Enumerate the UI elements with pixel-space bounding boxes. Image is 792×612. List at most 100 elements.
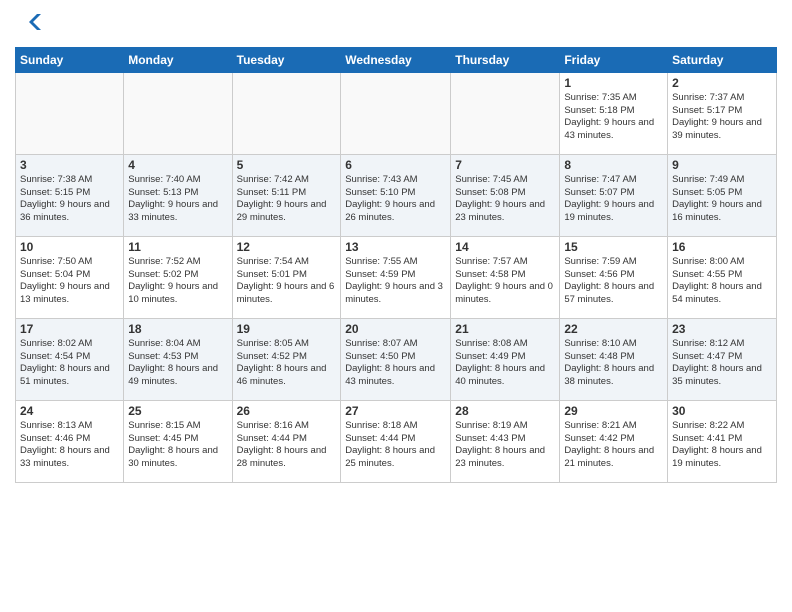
day-info: Sunrise: 8:21 AM Sunset: 4:42 PM Dayligh… xyxy=(564,420,663,471)
day-number: 28 xyxy=(455,404,555,418)
calendar-cell: 16 Sunrise: 8:00 AM Sunset: 4:55 PM Dayli… xyxy=(668,236,777,318)
day-info: Sunrise: 7:54 AM Sunset: 5:01 PM Dayligh… xyxy=(237,256,337,307)
day-number: 10 xyxy=(20,240,119,254)
calendar-cell: 23 Sunrise: 8:12 AM Sunset: 4:47 PM Dayli… xyxy=(668,318,777,400)
day-number: 22 xyxy=(564,322,663,336)
day-number: 13 xyxy=(345,240,446,254)
calendar-cell: 22 Sunrise: 8:10 AM Sunset: 4:48 PM Dayli… xyxy=(560,318,668,400)
day-number: 30 xyxy=(672,404,772,418)
calendar-cell: 25 Sunrise: 8:15 AM Sunset: 4:45 PM Dayli… xyxy=(124,400,232,482)
calendar-cell: 3Sunrise: 7:38 AM Sunset: 5:15 PM Daylig… xyxy=(16,154,124,236)
weekday-header: Friday xyxy=(560,47,668,72)
calendar-week-row: 24 Sunrise: 8:13 AM Sunset: 4:46 PM Dayli… xyxy=(16,400,777,482)
day-number: 26 xyxy=(237,404,337,418)
calendar-cell xyxy=(451,72,560,154)
day-info: Sunrise: 7:55 AM Sunset: 4:59 PM Dayligh… xyxy=(345,256,446,307)
calendar-cell: 15Sunrise: 7:59 AM Sunset: 4:56 PM Dayli… xyxy=(560,236,668,318)
day-number: 8 xyxy=(564,158,663,172)
calendar-cell: 6 Sunrise: 7:43 AM Sunset: 5:10 PM Daylig… xyxy=(341,154,451,236)
calendar-cell: 20 Sunrise: 8:07 AM Sunset: 4:50 PM Dayli… xyxy=(341,318,451,400)
day-info: Sunrise: 8:08 AM Sunset: 4:49 PM Dayligh… xyxy=(455,338,555,389)
calendar-cell: 5Sunrise: 7:42 AM Sunset: 5:11 PM Daylig… xyxy=(232,154,341,236)
calendar-header-row: SundayMondayTuesdayWednesdayThursdayFrid… xyxy=(16,47,777,72)
day-info: Sunrise: 7:45 AM Sunset: 5:08 PM Dayligh… xyxy=(455,174,555,225)
calendar-cell xyxy=(124,72,232,154)
calendar-cell: 26 Sunrise: 8:16 AM Sunset: 4:44 PM Dayli… xyxy=(232,400,341,482)
calendar-cell xyxy=(16,72,124,154)
calendar-cell: 27Sunrise: 8:18 AM Sunset: 4:44 PM Dayli… xyxy=(341,400,451,482)
day-info: Sunrise: 8:04 AM Sunset: 4:53 PM Dayligh… xyxy=(128,338,227,389)
day-number: 24 xyxy=(20,404,119,418)
calendar-week-row: 3Sunrise: 7:38 AM Sunset: 5:15 PM Daylig… xyxy=(16,154,777,236)
weekday-header: Wednesday xyxy=(341,47,451,72)
page-container: SundayMondayTuesdayWednesdayThursdayFrid… xyxy=(0,0,792,488)
day-info: Sunrise: 8:16 AM Sunset: 4:44 PM Dayligh… xyxy=(237,420,337,471)
calendar-cell: 24 Sunrise: 8:13 AM Sunset: 4:46 PM Dayli… xyxy=(16,400,124,482)
day-info: Sunrise: 8:02 AM Sunset: 4:54 PM Dayligh… xyxy=(20,338,119,389)
calendar-cell: 18 Sunrise: 8:04 AM Sunset: 4:53 PM Dayli… xyxy=(124,318,232,400)
weekday-header: Sunday xyxy=(16,47,124,72)
day-number: 7 xyxy=(455,158,555,172)
day-info: Sunrise: 7:37 AM Sunset: 5:17 PM Dayligh… xyxy=(672,92,772,143)
calendar-cell: 30 Sunrise: 8:22 AM Sunset: 4:41 PM Dayli… xyxy=(668,400,777,482)
calendar-cell: 1Sunrise: 7:35 AM Sunset: 5:18 PM Daylig… xyxy=(560,72,668,154)
calendar-cell: 10 Sunrise: 7:50 AM Sunset: 5:04 PM Dayli… xyxy=(16,236,124,318)
day-info: Sunrise: 7:52 AM Sunset: 5:02 PM Dayligh… xyxy=(128,256,227,307)
day-info: Sunrise: 7:43 AM Sunset: 5:10 PM Dayligh… xyxy=(345,174,446,225)
day-info: Sunrise: 7:40 AM Sunset: 5:13 PM Dayligh… xyxy=(128,174,227,225)
day-number: 6 xyxy=(345,158,446,172)
day-info: Sunrise: 7:47 AM Sunset: 5:07 PM Dayligh… xyxy=(564,174,663,225)
weekday-header: Tuesday xyxy=(232,47,341,72)
weekday-header: Thursday xyxy=(451,47,560,72)
calendar-cell: 8 Sunrise: 7:47 AM Sunset: 5:07 PM Daylig… xyxy=(560,154,668,236)
day-number: 23 xyxy=(672,322,772,336)
day-number: 20 xyxy=(345,322,446,336)
day-info: Sunrise: 7:35 AM Sunset: 5:18 PM Dayligh… xyxy=(564,92,663,143)
day-info: Sunrise: 8:15 AM Sunset: 4:45 PM Dayligh… xyxy=(128,420,227,471)
calendar-cell: 7 Sunrise: 7:45 AM Sunset: 5:08 PM Daylig… xyxy=(451,154,560,236)
day-number: 11 xyxy=(128,240,227,254)
calendar-cell: 17 Sunrise: 8:02 AM Sunset: 4:54 PM Dayli… xyxy=(16,318,124,400)
calendar-cell: 14 Sunrise: 7:57 AM Sunset: 4:58 PM Dayli… xyxy=(451,236,560,318)
day-number: 12 xyxy=(237,240,337,254)
calendar-cell: 28 Sunrise: 8:19 AM Sunset: 4:43 PM Dayli… xyxy=(451,400,560,482)
day-number: 9 xyxy=(672,158,772,172)
calendar-cell: 11 Sunrise: 7:52 AM Sunset: 5:02 PM Dayli… xyxy=(124,236,232,318)
day-number: 17 xyxy=(20,322,119,336)
calendar-week-row: 17 Sunrise: 8:02 AM Sunset: 4:54 PM Dayli… xyxy=(16,318,777,400)
day-number: 16 xyxy=(672,240,772,254)
day-number: 2 xyxy=(672,76,772,90)
day-info: Sunrise: 8:00 AM Sunset: 4:55 PM Dayligh… xyxy=(672,256,772,307)
calendar-cell: 19Sunrise: 8:05 AM Sunset: 4:52 PM Dayli… xyxy=(232,318,341,400)
day-number: 25 xyxy=(128,404,227,418)
day-info: Sunrise: 8:13 AM Sunset: 4:46 PM Dayligh… xyxy=(20,420,119,471)
calendar-week-row: 1Sunrise: 7:35 AM Sunset: 5:18 PM Daylig… xyxy=(16,72,777,154)
day-info: Sunrise: 8:19 AM Sunset: 4:43 PM Dayligh… xyxy=(455,420,555,471)
calendar-cell: 2 Sunrise: 7:37 AM Sunset: 5:17 PM Daylig… xyxy=(668,72,777,154)
calendar-cell: 4Sunrise: 7:40 AM Sunset: 5:13 PM Daylig… xyxy=(124,154,232,236)
calendar-cell xyxy=(232,72,341,154)
day-info: Sunrise: 8:12 AM Sunset: 4:47 PM Dayligh… xyxy=(672,338,772,389)
day-info: Sunrise: 7:50 AM Sunset: 5:04 PM Dayligh… xyxy=(20,256,119,307)
day-number: 18 xyxy=(128,322,227,336)
day-info: Sunrise: 8:18 AM Sunset: 4:44 PM Dayligh… xyxy=(345,420,446,471)
calendar-cell xyxy=(341,72,451,154)
day-info: Sunrise: 7:49 AM Sunset: 5:05 PM Dayligh… xyxy=(672,174,772,225)
day-info: Sunrise: 7:57 AM Sunset: 4:58 PM Dayligh… xyxy=(455,256,555,307)
day-info: Sunrise: 8:10 AM Sunset: 4:48 PM Dayligh… xyxy=(564,338,663,389)
day-number: 15 xyxy=(564,240,663,254)
calendar-cell: 29 Sunrise: 8:21 AM Sunset: 4:42 PM Dayli… xyxy=(560,400,668,482)
weekday-header: Saturday xyxy=(668,47,777,72)
day-number: 19 xyxy=(237,322,337,336)
calendar-table: SundayMondayTuesdayWednesdayThursdayFrid… xyxy=(15,47,777,483)
day-info: Sunrise: 8:07 AM Sunset: 4:50 PM Dayligh… xyxy=(345,338,446,389)
day-info: Sunrise: 8:22 AM Sunset: 4:41 PM Dayligh… xyxy=(672,420,772,471)
calendar-week-row: 10 Sunrise: 7:50 AM Sunset: 5:04 PM Dayli… xyxy=(16,236,777,318)
page-header xyxy=(15,10,777,39)
day-number: 14 xyxy=(455,240,555,254)
calendar-cell: 13 Sunrise: 7:55 AM Sunset: 4:59 PM Dayli… xyxy=(341,236,451,318)
day-info: Sunrise: 7:38 AM Sunset: 5:15 PM Dayligh… xyxy=(20,174,119,225)
day-number: 29 xyxy=(564,404,663,418)
logo-icon xyxy=(17,10,41,34)
calendar-cell: 9 Sunrise: 7:49 AM Sunset: 5:05 PM Daylig… xyxy=(668,154,777,236)
